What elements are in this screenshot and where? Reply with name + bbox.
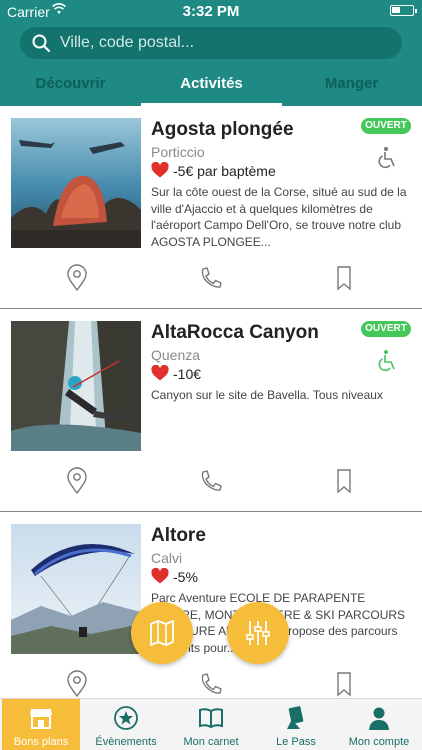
listing-city: Calvi <box>151 550 183 566</box>
shop-icon <box>30 709 52 729</box>
hand-card-icon <box>287 706 304 729</box>
nav-label: Évènements <box>95 736 157 748</box>
nav-bons-plans[interactable]: Bons plans <box>2 699 80 750</box>
bookmark-icon[interactable] <box>332 264 356 292</box>
nav-le-pass[interactable]: Le Pass <box>256 699 336 750</box>
deal-text: -10€ <box>173 366 202 382</box>
listing-photo <box>11 118 141 248</box>
open-book-icon <box>199 708 223 729</box>
location-pin-icon[interactable] <box>65 670 89 698</box>
map-icon <box>150 620 174 646</box>
status-bar: Carrier 3:32 PM <box>0 0 422 22</box>
heart-icon <box>151 568 169 584</box>
listing-description: Canyon sur le site de Bavella. Tous nive… <box>151 388 383 402</box>
map-view-button[interactable] <box>131 602 193 664</box>
sliders-icon <box>246 621 270 645</box>
listing-title[interactable]: AltaRocca Canyon <box>151 322 319 344</box>
listing-deal: -5€ par baptème <box>151 162 276 180</box>
listing-title[interactable]: Altore <box>151 525 206 547</box>
nav-mon-compte[interactable]: Mon compte <box>338 699 420 750</box>
deal-text: -5€ par baptème <box>173 163 276 179</box>
tab-activites[interactable]: Activités <box>141 66 282 106</box>
status-badge: OUVERT <box>361 118 411 134</box>
nav-label: Mon compte <box>348 736 410 748</box>
listing-city: Quenza <box>151 347 201 363</box>
user-icon <box>369 707 389 730</box>
nav-label: Le Pass <box>276 736 316 748</box>
app-screen: Carrier 3:32 PM Découvrir Activités Mang… <box>0 0 422 750</box>
listing-deal: -5% <box>151 568 198 586</box>
location-pin-icon[interactable] <box>65 467 89 495</box>
search-input[interactable] <box>60 27 390 59</box>
bottom-nav: Bons plans Évènements Mon carnet Le Pass <box>0 698 422 750</box>
listing-city: Porticcio <box>151 144 205 160</box>
listing-title[interactable]: Agosta plongée <box>151 119 294 141</box>
heart-icon <box>151 365 169 381</box>
battery-icon <box>390 5 417 16</box>
clock: 3:32 PM <box>182 3 240 20</box>
status-badge: OUVERT <box>361 321 411 337</box>
listing-deal: -10€ <box>151 365 201 383</box>
deal-text: -5% <box>173 569 198 585</box>
wheelchair-icon <box>378 350 395 372</box>
phone-icon[interactable] <box>198 467 222 495</box>
heart-icon <box>151 162 169 178</box>
listing-card[interactable]: Agosta plongée Porticcio -5€ par baptème… <box>0 106 422 309</box>
nav-label: Mon carnet <box>183 736 239 748</box>
bookmark-icon[interactable] <box>332 670 356 698</box>
listing-card[interactable]: AltaRocca Canyon Quenza -10€ Canyon sur … <box>0 309 422 512</box>
phone-icon[interactable] <box>198 264 222 292</box>
listing-description: Sur la côte ouest de la Corse, situé au … <box>151 185 407 248</box>
phone-icon[interactable] <box>198 670 222 698</box>
header: Carrier 3:32 PM Découvrir Activités Mang… <box>0 0 422 106</box>
bookmark-icon[interactable] <box>332 467 356 495</box>
search-bar[interactable] <box>20 27 402 59</box>
tab-decouvrir[interactable]: Découvrir <box>0 66 141 106</box>
filter-button[interactable] <box>227 602 289 664</box>
listing-list[interactable]: Agosta plongée Porticcio -5€ par baptème… <box>0 106 422 698</box>
category-tabs: Découvrir Activités Manger <box>0 66 422 106</box>
nav-mon-carnet[interactable]: Mon carnet <box>170 699 252 750</box>
listing-photo <box>11 321 141 451</box>
tab-manger[interactable]: Manger <box>281 66 422 106</box>
wheelchair-icon <box>378 147 395 169</box>
nav-evenements[interactable]: Évènements <box>86 699 166 750</box>
search-icon <box>32 34 50 52</box>
listing-card[interactable]: Altore Calvi -5% Parc Aventure ECOLE DE … <box>0 512 422 698</box>
listing-photo <box>11 524 141 654</box>
location-pin-icon[interactable] <box>65 264 89 292</box>
nav-label: Bons plans <box>13 736 69 748</box>
star-badge-icon <box>114 706 138 730</box>
